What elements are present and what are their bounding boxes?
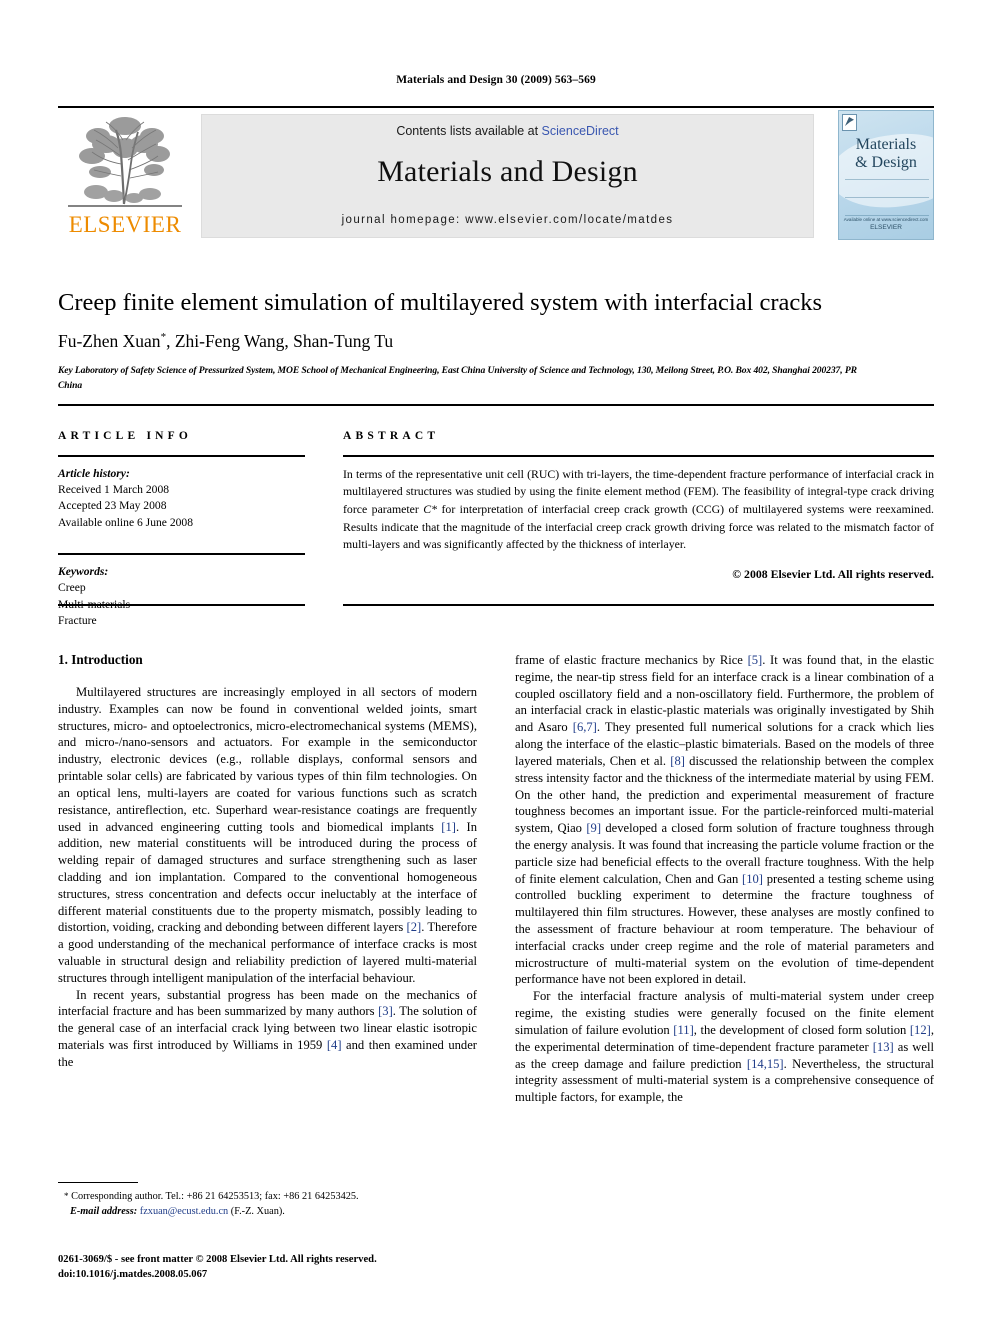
page-title: Creep finite element simulation of multi… xyxy=(58,289,823,316)
journal-homepage-link[interactable]: journal homepage: www.elsevier.com/locat… xyxy=(202,214,813,226)
author-list: Fu-Zhen Xuan*, Zhi-Feng Wang, Shan-Tung … xyxy=(58,330,938,353)
citation-reference[interactable]: [13] xyxy=(873,1040,894,1054)
info-panel-bottom-rule-right xyxy=(343,604,934,606)
citation-reference[interactable]: [6,7] xyxy=(573,720,597,734)
cover-publisher: ELSEVIER xyxy=(870,224,902,232)
imprint-doi: doi:10.1016/j.matdes.2008.05.067 xyxy=(58,1269,208,1281)
citation-reference[interactable]: [8] xyxy=(670,754,685,768)
journal-banner: Contents lists available at ScienceDirec… xyxy=(201,114,814,238)
running-head: Materials and Design 30 (2009) 563–569 xyxy=(396,74,596,86)
sciencedirect-link[interactable]: ScienceDirect xyxy=(542,124,619,138)
abstract-text: In terms of the representative unit cell… xyxy=(343,466,934,554)
journal-masthead: ELSEVIER Contents lists available at Sci… xyxy=(58,106,934,240)
abstract-heading: ABSTRACT xyxy=(343,430,440,442)
elsevier-logo: ELSEVIER xyxy=(66,114,184,238)
citation-reference[interactable]: [14,15] xyxy=(747,1057,784,1071)
cover-title: Materials & Design xyxy=(839,136,933,173)
history-received: Received 1 March 2008 xyxy=(58,482,170,496)
author-first: Fu-Zhen Xuan xyxy=(58,331,161,351)
abstract-rule xyxy=(343,455,934,457)
keywords-block: Keywords: Creep Multi-materials Fracture xyxy=(58,564,305,630)
imprint-front-matter: 0261-3069/$ - see front matter © 2008 El… xyxy=(58,1254,377,1265)
citation-reference[interactable]: [11] xyxy=(673,1023,694,1037)
corresponding-author-footnote: * Corresponding author. Tel.: +86 21 642… xyxy=(58,1182,477,1220)
email-author-suffix: (F.-Z. Xuan). xyxy=(228,1206,285,1218)
keywords-label: Keywords: xyxy=(58,564,109,578)
affiliation: Key Laboratory of Safety Science of Pres… xyxy=(58,365,857,391)
citation-reference[interactable]: [10] xyxy=(742,872,763,886)
masthead-top-rule xyxy=(58,106,934,108)
footnote-corresponding-text: Corresponding author. Tel.: +86 21 64253… xyxy=(71,1191,359,1203)
article-info-rule xyxy=(58,455,305,457)
author-rest: , Zhi-Feng Wang, Shan-Tung Tu xyxy=(166,331,394,351)
keyword-item: Creep xyxy=(58,581,86,595)
body-column-right: frame of elastic fracture mechanics by R… xyxy=(515,652,934,1106)
info-panel-top-rule xyxy=(58,404,934,406)
paragraph: In recent years, substantial progress ha… xyxy=(58,987,477,1069)
paragraph: For the interfacial fracture analysis of… xyxy=(515,989,934,1105)
keywords-rule xyxy=(58,553,305,555)
keyword-item: Fracture xyxy=(58,614,97,628)
elsevier-tree-icon xyxy=(66,114,184,208)
section-heading-introduction: 1. Introduction xyxy=(58,652,143,667)
cover-line-2 xyxy=(845,197,929,198)
cover-title-line2: & Design xyxy=(855,154,917,172)
journal-cover-thumbnail: Materials & Design Available online at w… xyxy=(838,110,934,240)
article-info-column: ARTICLE INFO Article history: Received 1… xyxy=(58,430,305,630)
citation-reference[interactable]: [9] xyxy=(586,821,601,835)
elsevier-tree-mark-icon xyxy=(842,114,857,131)
copyright-line: © 2008 Elsevier Ltd. All rights reserved… xyxy=(732,566,934,581)
imprint-block: 0261-3069/$ - see front matter © 2008 El… xyxy=(58,1252,518,1283)
info-panel-bottom-rule-left xyxy=(58,604,305,606)
elsevier-wordmark: ELSEVIER xyxy=(68,212,182,237)
paragraph: frame of elastic fracture mechanics by R… xyxy=(515,653,935,987)
footnote-email-line: E-mail address: fzxuan@ecust.edu.cn (F.-… xyxy=(58,1205,477,1220)
cover-foot-text: Available online at www.sciencedirect.co… xyxy=(843,216,929,222)
email-address-link[interactable]: fzxuan@ecust.edu.cn xyxy=(140,1206,228,1217)
body-column-left: 1. Introduction Multilayered structures … xyxy=(58,652,477,1071)
article-history-block: Article history: Received 1 March 2008 A… xyxy=(58,466,305,532)
citation-reference[interactable]: [1] xyxy=(441,820,456,834)
contents-lists-line: Contents lists available at ScienceDirec… xyxy=(202,124,813,138)
journal-article-page: Materials and Design 30 (2009) 563–569 E… xyxy=(0,0,992,1323)
citation-reference[interactable]: [4] xyxy=(327,1038,342,1052)
journal-title: Materials and Design xyxy=(377,155,638,188)
history-online: Available online 6 June 2008 xyxy=(58,515,194,529)
contents-lists-prefix: Contents lists available at xyxy=(396,124,542,138)
abstract-column: ABSTRACT In terms of the representative … xyxy=(343,430,934,582)
footnote-star-marker: * xyxy=(64,1191,69,1202)
abstract-parameter-symbol: C* xyxy=(423,501,438,516)
footnote-rule xyxy=(58,1182,138,1184)
paragraph: Multilayered structures are increasingly… xyxy=(58,685,477,985)
cover-line-1 xyxy=(845,179,929,180)
email-address-label: E-mail address: xyxy=(70,1206,138,1218)
history-accepted: Accepted 23 May 2008 xyxy=(58,499,167,513)
footnote-corresponding-line: * Corresponding author. Tel.: +86 21 642… xyxy=(58,1190,477,1205)
cover-title-line1: Materials xyxy=(855,136,917,153)
article-info-heading: ARTICLE INFO xyxy=(58,430,193,442)
citation-reference[interactable]: [2] xyxy=(407,920,422,934)
article-history-label: Article history: xyxy=(58,466,130,480)
cover-footer: Available online at www.sciencedirect.co… xyxy=(839,217,933,234)
citation-reference[interactable]: [3] xyxy=(378,1004,393,1018)
citation-reference[interactable]: [5] xyxy=(748,653,763,667)
citation-reference[interactable]: [12] xyxy=(910,1023,931,1037)
